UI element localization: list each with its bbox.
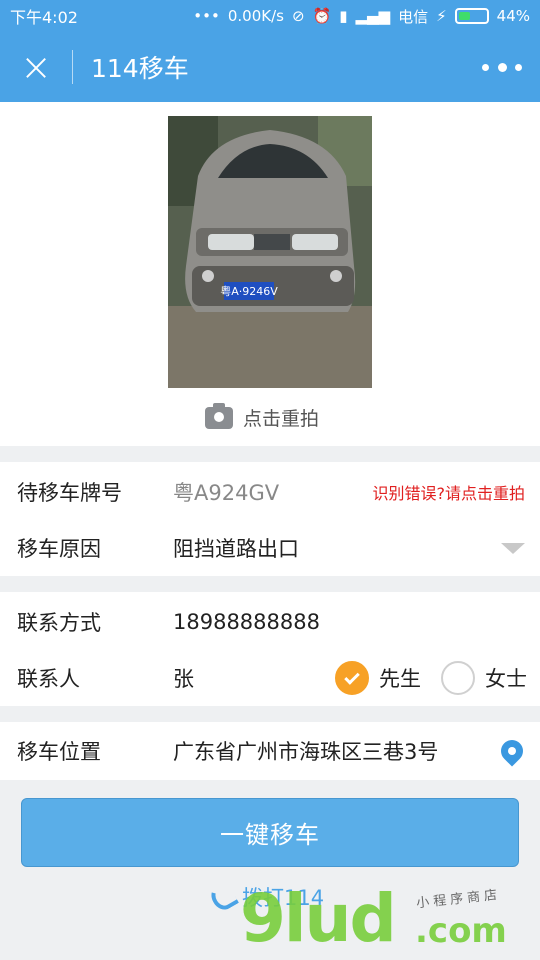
page-title: 114移车 <box>91 54 189 83</box>
battery-level <box>458 12 470 20</box>
more-dot-icon <box>482 63 489 71</box>
more-menu-button[interactable] <box>482 56 522 78</box>
phone-icon <box>206 880 240 914</box>
close-button[interactable]: × <box>0 32 72 102</box>
battery-percent: 44% <box>496 7 530 25</box>
mute-icon: ⊘ <box>291 7 305 25</box>
radio-ms-label: 女士 <box>485 667 527 691</box>
contact-card: 联系方式 联系人 先生 女士 <box>0 592 540 706</box>
move-car-button[interactable]: 一键移车 <box>21 798 519 867</box>
reason-label: 移车原因 <box>17 537 101 561</box>
close-icon: × <box>20 45 52 89</box>
contact-row: 联系方式 <box>0 594 540 650</box>
check-icon <box>344 668 360 685</box>
car-photo: 粤A·9246V <box>168 116 372 388</box>
call-114-link[interactable]: 拨打114 <box>206 880 325 914</box>
reason-value: 阻挡道路出口 <box>173 537 299 561</box>
plate-text: 粤A·9246V <box>220 284 278 298</box>
reason-select[interactable]: 移车原因 阻挡道路出口 <box>0 520 540 576</box>
radio-mr-label: 先生 <box>379 667 421 691</box>
watermark-sub: 小程序商店 <box>415 887 502 912</box>
4g-icon: ▂▄▆ <box>355 7 391 25</box>
retake-hint-link[interactable]: 识别错误?请点击重拍 <box>373 480 526 504</box>
battery-icon <box>454 8 489 24</box>
network-speed: 0.00K/s <box>227 7 284 25</box>
nav-bar: × 114移车 <box>0 32 540 102</box>
status-dots: ••• <box>193 7 220 25</box>
location-value: 广东省广州市海珠区三巷3号 <box>173 740 439 764</box>
retake-label: 点击重拍 <box>243 408 320 430</box>
alarm-icon: ⏰ <box>312 7 332 25</box>
radio-mr[interactable] <box>335 661 369 695</box>
status-icons: ••• 0.00K/s ⊘ ⏰ ▮ ▂▄▆ 电信 ⚡ 44% <box>193 6 530 27</box>
status-bar: 下午4:02 ••• 0.00K/s ⊘ ⏰ ▮ ▂▄▆ 电信 ⚡ 44% <box>0 0 540 32</box>
dropdown-arrow-icon <box>501 542 525 554</box>
person-row: 联系人 先生 女士 <box>0 650 540 706</box>
radio-ms[interactable] <box>441 661 475 695</box>
charging-icon: ⚡ <box>436 7 447 25</box>
status-time: 下午4:02 <box>10 8 78 27</box>
photo-section: 粤A·9246V 点击重拍 <box>0 102 540 446</box>
more-dot-icon <box>497 62 507 72</box>
more-dot-icon <box>515 63 522 71</box>
vehicle-card: 待移车牌号 粤A924GV 识别错误?请点击重拍 移车原因 阻挡道路出口 <box>0 462 540 576</box>
car-photo-illustration: 粤A·9246V <box>168 116 372 388</box>
location-card: 移车位置 广东省广州市海珠区三巷3号 <box>0 722 540 780</box>
plate-label: 待移车牌号 <box>17 481 122 505</box>
location-label: 移车位置 <box>17 740 101 764</box>
carrier-label: 电信 <box>398 7 429 26</box>
plate-value: 粤A924GV <box>173 481 280 505</box>
location-row[interactable]: 移车位置 广东省广州市海珠区三巷3号 <box>0 723 540 779</box>
call-label: 拨打114 <box>242 886 325 910</box>
signal-icon: ▮ <box>339 7 348 25</box>
contact-label: 联系方式 <box>17 611 101 635</box>
nav-divider <box>72 50 73 84</box>
camera-icon <box>205 402 233 429</box>
person-input[interactable] <box>173 666 293 690</box>
gender-radio-group: 先生 女士 <box>335 661 527 695</box>
contact-input[interactable] <box>173 610 473 634</box>
retake-button[interactable]: 点击重拍 <box>205 402 320 431</box>
person-label: 联系人 <box>17 667 80 691</box>
plate-row: 待移车牌号 粤A924GV 识别错误?请点击重拍 <box>0 464 540 520</box>
location-pin-icon[interactable] <box>496 735 528 767</box>
watermark-com: .com <box>415 911 507 951</box>
